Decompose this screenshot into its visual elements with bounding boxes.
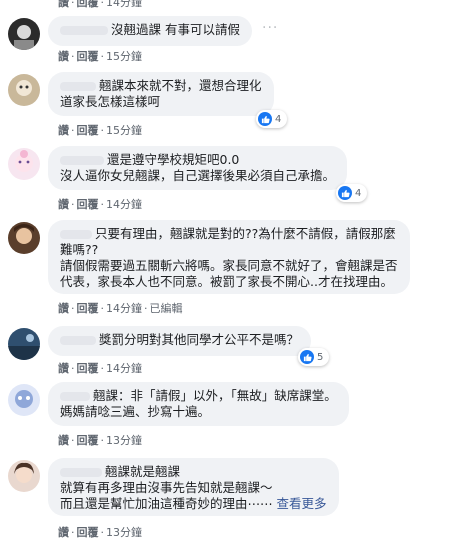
commenter-name[interactable]	[60, 82, 96, 91]
reply-button[interactable]: 回覆	[77, 198, 99, 211]
like-reaction-icon	[300, 350, 314, 364]
comment-text: 還是遵守學校規矩吧0.0	[107, 152, 240, 167]
edited-label[interactable]: 已編輯	[150, 302, 183, 315]
comment-bubble: 沒翹過課 有事可以請假	[48, 16, 252, 46]
commenter-name[interactable]	[60, 26, 108, 35]
avatar[interactable]	[8, 222, 40, 254]
like-button[interactable]: 讚	[58, 302, 69, 315]
reaction-count[interactable]: 5	[298, 348, 330, 366]
commenter-name[interactable]	[60, 230, 92, 239]
commenter-name[interactable]	[60, 156, 104, 165]
timestamp: 15分鐘	[106, 124, 142, 137]
like-button[interactable]: 讚	[58, 362, 69, 375]
avatar[interactable]	[8, 328, 40, 360]
avatar[interactable]	[8, 384, 40, 416]
comment-bubble: 翹課就是翹課 就算有再多理由沒事先告知就是翹課～ 而且還是幫忙加油這種奇妙的理由…	[48, 458, 339, 516]
like-button[interactable]: 讚	[58, 526, 69, 539]
more-options-icon[interactable]: ···	[262, 20, 278, 36]
reply-button[interactable]: 回覆	[77, 526, 99, 539]
comment-bubble: 還是遵守學校規矩吧0.0 沒人逼你女兒翹課，自己選擇後果必須自己承擔。	[48, 146, 348, 190]
timestamp: 14分鐘	[106, 0, 142, 8]
like-button[interactable]: 讚	[58, 124, 69, 137]
comment-text: 媽媽請唸三遍、抄寫十遍。	[60, 404, 211, 419]
comment-text: 沒人逼你女兒翹課，自己選擇後果必須自己承擔。	[60, 168, 336, 183]
timestamp: 13分鐘	[106, 526, 142, 539]
comment-text: 翹課：非「請假」以外，「無故」缺席課堂。	[93, 388, 337, 403]
timestamp: 14分鐘	[106, 198, 142, 211]
comment-bubble: 翹課本來就不對，還想合理化 道家長怎樣這樣呵	[48, 72, 274, 116]
avatar[interactable]	[8, 148, 40, 180]
like-button[interactable]: 讚	[58, 50, 69, 63]
timestamp: 15分鐘	[106, 50, 142, 63]
commenter-name[interactable]	[60, 336, 96, 345]
commenter-name[interactable]	[60, 392, 90, 401]
comment-text: 代表，家長本人也不同意。被罰了家長不開心..才在找理由。	[60, 274, 393, 289]
see-more-link[interactable]: 查看更多	[277, 496, 327, 511]
timestamp: 13分鐘	[106, 434, 142, 447]
comment-text: 難嗎??	[60, 242, 99, 257]
timestamp: 14分鐘	[106, 302, 142, 315]
previous-comment-actions: 讚 · 回覆 · 14分鐘	[0, 0, 476, 8]
comment-bubble: 翹課：非「請假」以外，「無故」缺席課堂。 媽媽請唸三遍、抄寫十遍。	[48, 382, 349, 426]
reply-button[interactable]: 回覆	[77, 50, 99, 63]
like-reaction-icon	[258, 112, 272, 126]
like-reaction-icon	[338, 186, 352, 200]
comment-text: 請個假需要過五關斬六將嗎。家長同意不就好了，會翹課是否	[60, 258, 398, 273]
commenter-name[interactable]	[60, 468, 102, 477]
reply-button[interactable]: 回覆	[77, 362, 99, 375]
comment-text: 就算有再多理由沒事先告知就是翹課～	[60, 480, 273, 495]
avatar[interactable]	[8, 18, 40, 50]
like-button[interactable]: 讚	[58, 0, 69, 8]
comment-text: 道家長怎樣這樣呵	[60, 94, 161, 109]
reaction-count[interactable]: 4	[336, 184, 368, 202]
reaction-count[interactable]: 4	[256, 110, 288, 128]
comment-text: 翹課本來就不對，還想合理化	[99, 78, 262, 93]
reply-button[interactable]: 回覆	[77, 0, 99, 8]
reply-button[interactable]: 回覆	[77, 434, 99, 447]
comment-bubble: 只要有理由，翹課就是對的??為什麼不請假，請假那麼 難嗎?? 請個假需要過五關斬…	[48, 220, 410, 294]
comment-text: 翹課就是翹課	[105, 464, 181, 479]
avatar[interactable]	[8, 74, 40, 106]
reply-button[interactable]: 回覆	[77, 302, 99, 315]
comment-text: 只要有理由，翹課就是對的??為什麼不請假，請假那麼	[95, 226, 396, 241]
comment-text: 沒翹過課 有事可以請假	[111, 22, 240, 37]
comment-text: 而且還是幫忙加油這種奇妙的理由⋯⋯	[60, 496, 273, 511]
reply-button[interactable]: 回覆	[77, 124, 99, 137]
like-button[interactable]: 讚	[58, 198, 69, 211]
avatar[interactable]	[8, 460, 40, 492]
like-button[interactable]: 讚	[58, 434, 69, 447]
comment-bubble: 獎罰分明對其他同學才公平不是嗎？	[48, 326, 312, 356]
comment-text: 獎罰分明對其他同學才公平不是嗎？	[99, 332, 300, 347]
timestamp: 14分鐘	[106, 362, 142, 375]
